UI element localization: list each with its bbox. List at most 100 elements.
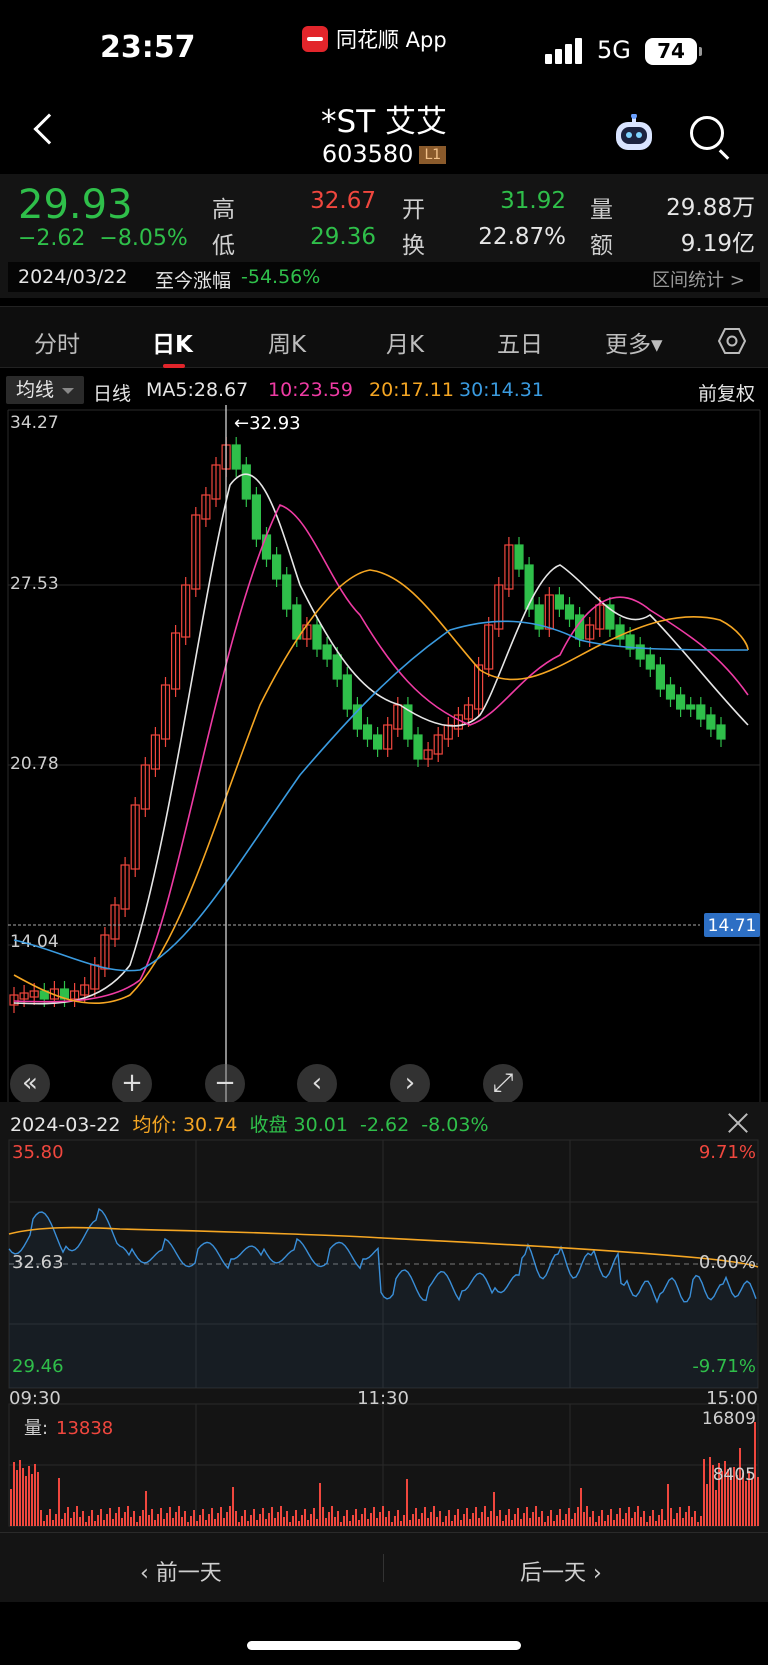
indicator-select[interactable]: 均线	[6, 376, 84, 404]
volume-bar	[250, 1515, 252, 1526]
volume-bar	[226, 1512, 228, 1526]
volume-bar	[640, 1517, 642, 1526]
volume-bar	[169, 1507, 171, 1526]
stock-code: 603580	[321, 140, 414, 168]
volume-bar	[319, 1483, 321, 1526]
volume-bar	[184, 1511, 186, 1526]
volume-bar	[181, 1517, 183, 1526]
volume-bar	[505, 1515, 507, 1526]
volume-bar	[694, 1511, 696, 1526]
volume-bar	[304, 1509, 306, 1526]
volume-bar	[148, 1515, 150, 1526]
interval-stats-link[interactable]: 区间统计 >	[652, 266, 745, 292]
tab-weekly-k[interactable]: 周K	[268, 325, 306, 359]
candle-body	[524, 564, 534, 610]
volume-bar	[334, 1517, 336, 1526]
tab-intraday[interactable]: 分时	[34, 325, 80, 359]
volume-bar	[325, 1518, 327, 1526]
low-value: 29.36	[310, 224, 376, 250]
volume-bar	[529, 1518, 531, 1526]
volume-bar	[307, 1520, 309, 1526]
home-indicator[interactable]	[247, 1641, 521, 1650]
candle-body	[413, 734, 423, 760]
volume-bar	[151, 1509, 153, 1526]
tab-more[interactable]: 更多▾	[605, 325, 663, 359]
scroll-right-button[interactable]: ›	[390, 1064, 430, 1104]
next-day-button[interactable]: 后一天 ›	[520, 1555, 602, 1587]
volume-bar	[556, 1515, 558, 1526]
high-label: 高	[212, 197, 235, 223]
volume-bar	[46, 1515, 48, 1526]
volume-bar	[214, 1519, 216, 1526]
volume-bar	[229, 1506, 231, 1526]
amount-label: 额	[590, 233, 613, 259]
tab-monthly-k[interactable]: 月K	[386, 325, 424, 359]
kline-chart[interactable]: 34.27 27.53 20.78 14.04 ←32.93 14.71	[0, 405, 768, 1102]
candle-body	[292, 604, 302, 640]
volume-bar	[697, 1522, 699, 1526]
close-icon[interactable]	[727, 1112, 749, 1134]
volume-bar	[379, 1512, 381, 1526]
scroll-left-button[interactable]: ‹	[297, 1064, 337, 1104]
candle-body	[241, 464, 251, 500]
settings-icon[interactable]	[718, 327, 746, 355]
candles-group	[9, 437, 726, 1013]
volume-bar	[337, 1511, 339, 1526]
volume-bar	[100, 1509, 102, 1526]
volume-bar	[220, 1507, 222, 1526]
intraday-chart[interactable]: 35.80 32.63 29.46 9.71% 0.00% -9.71% 09:…	[0, 1134, 768, 1532]
open-label: 开	[402, 197, 425, 223]
volume-bar	[409, 1520, 411, 1526]
zoom-out-button[interactable]: −	[205, 1064, 245, 1104]
volume-bar	[67, 1507, 69, 1526]
intraday-change-pct: -8.03%	[421, 1114, 489, 1136]
search-icon[interactable]	[690, 116, 724, 150]
volume-bar	[592, 1511, 594, 1526]
volume-bar	[91, 1510, 93, 1526]
volume-bar	[145, 1491, 147, 1526]
close-label: 收盘	[249, 1114, 288, 1136]
volume-bar	[31, 1474, 33, 1526]
robot-assistant-icon[interactable]	[612, 114, 656, 154]
volume-bar	[670, 1508, 672, 1526]
vol-axis-top: 16809	[702, 1409, 756, 1429]
volume-bar	[124, 1512, 126, 1526]
scroll-left-fast-button[interactable]: «	[10, 1064, 50, 1104]
volume-bar	[745, 1481, 747, 1526]
volume-bar	[475, 1507, 477, 1526]
volume-bar	[385, 1517, 387, 1526]
volume-bar	[310, 1514, 312, 1526]
candle-body	[675, 694, 686, 710]
volume-bar	[175, 1512, 177, 1526]
volume-bar	[274, 1518, 276, 1526]
volume-bar	[607, 1515, 609, 1526]
volume-bar	[397, 1510, 399, 1526]
volume-bar	[520, 1519, 522, 1526]
volume-bar	[277, 1512, 279, 1526]
volume-bar	[373, 1507, 375, 1526]
volume-bar	[682, 1518, 684, 1526]
volume-bar	[679, 1507, 681, 1526]
volume-bar	[613, 1520, 615, 1526]
volume-bar	[484, 1506, 486, 1526]
candle-body	[564, 604, 575, 620]
zoom-in-button[interactable]: +	[112, 1064, 152, 1104]
volume-bar	[154, 1520, 156, 1526]
volume-bar	[289, 1522, 291, 1526]
tab-daily-k[interactable]: 日K	[152, 325, 193, 359]
close-value: 30.01	[293, 1114, 348, 1136]
volume-bar	[631, 1518, 633, 1526]
prev-day-button[interactable]: ‹ 前一天	[140, 1555, 222, 1587]
volume-bar	[223, 1518, 225, 1526]
volume-bar	[376, 1518, 378, 1526]
volume-bar	[388, 1511, 390, 1526]
tab-five-day[interactable]: 五日	[497, 325, 543, 359]
fullscreen-button[interactable]: ⤢	[483, 1064, 523, 1104]
volume-bar	[292, 1516, 294, 1526]
volume-bar	[544, 1522, 546, 1526]
volume-bar	[541, 1511, 543, 1526]
volume-bar	[205, 1520, 207, 1526]
adjust-mode[interactable]: 前复权	[698, 379, 755, 406]
volume-bar	[331, 1506, 333, 1526]
volume-bar	[235, 1511, 237, 1526]
